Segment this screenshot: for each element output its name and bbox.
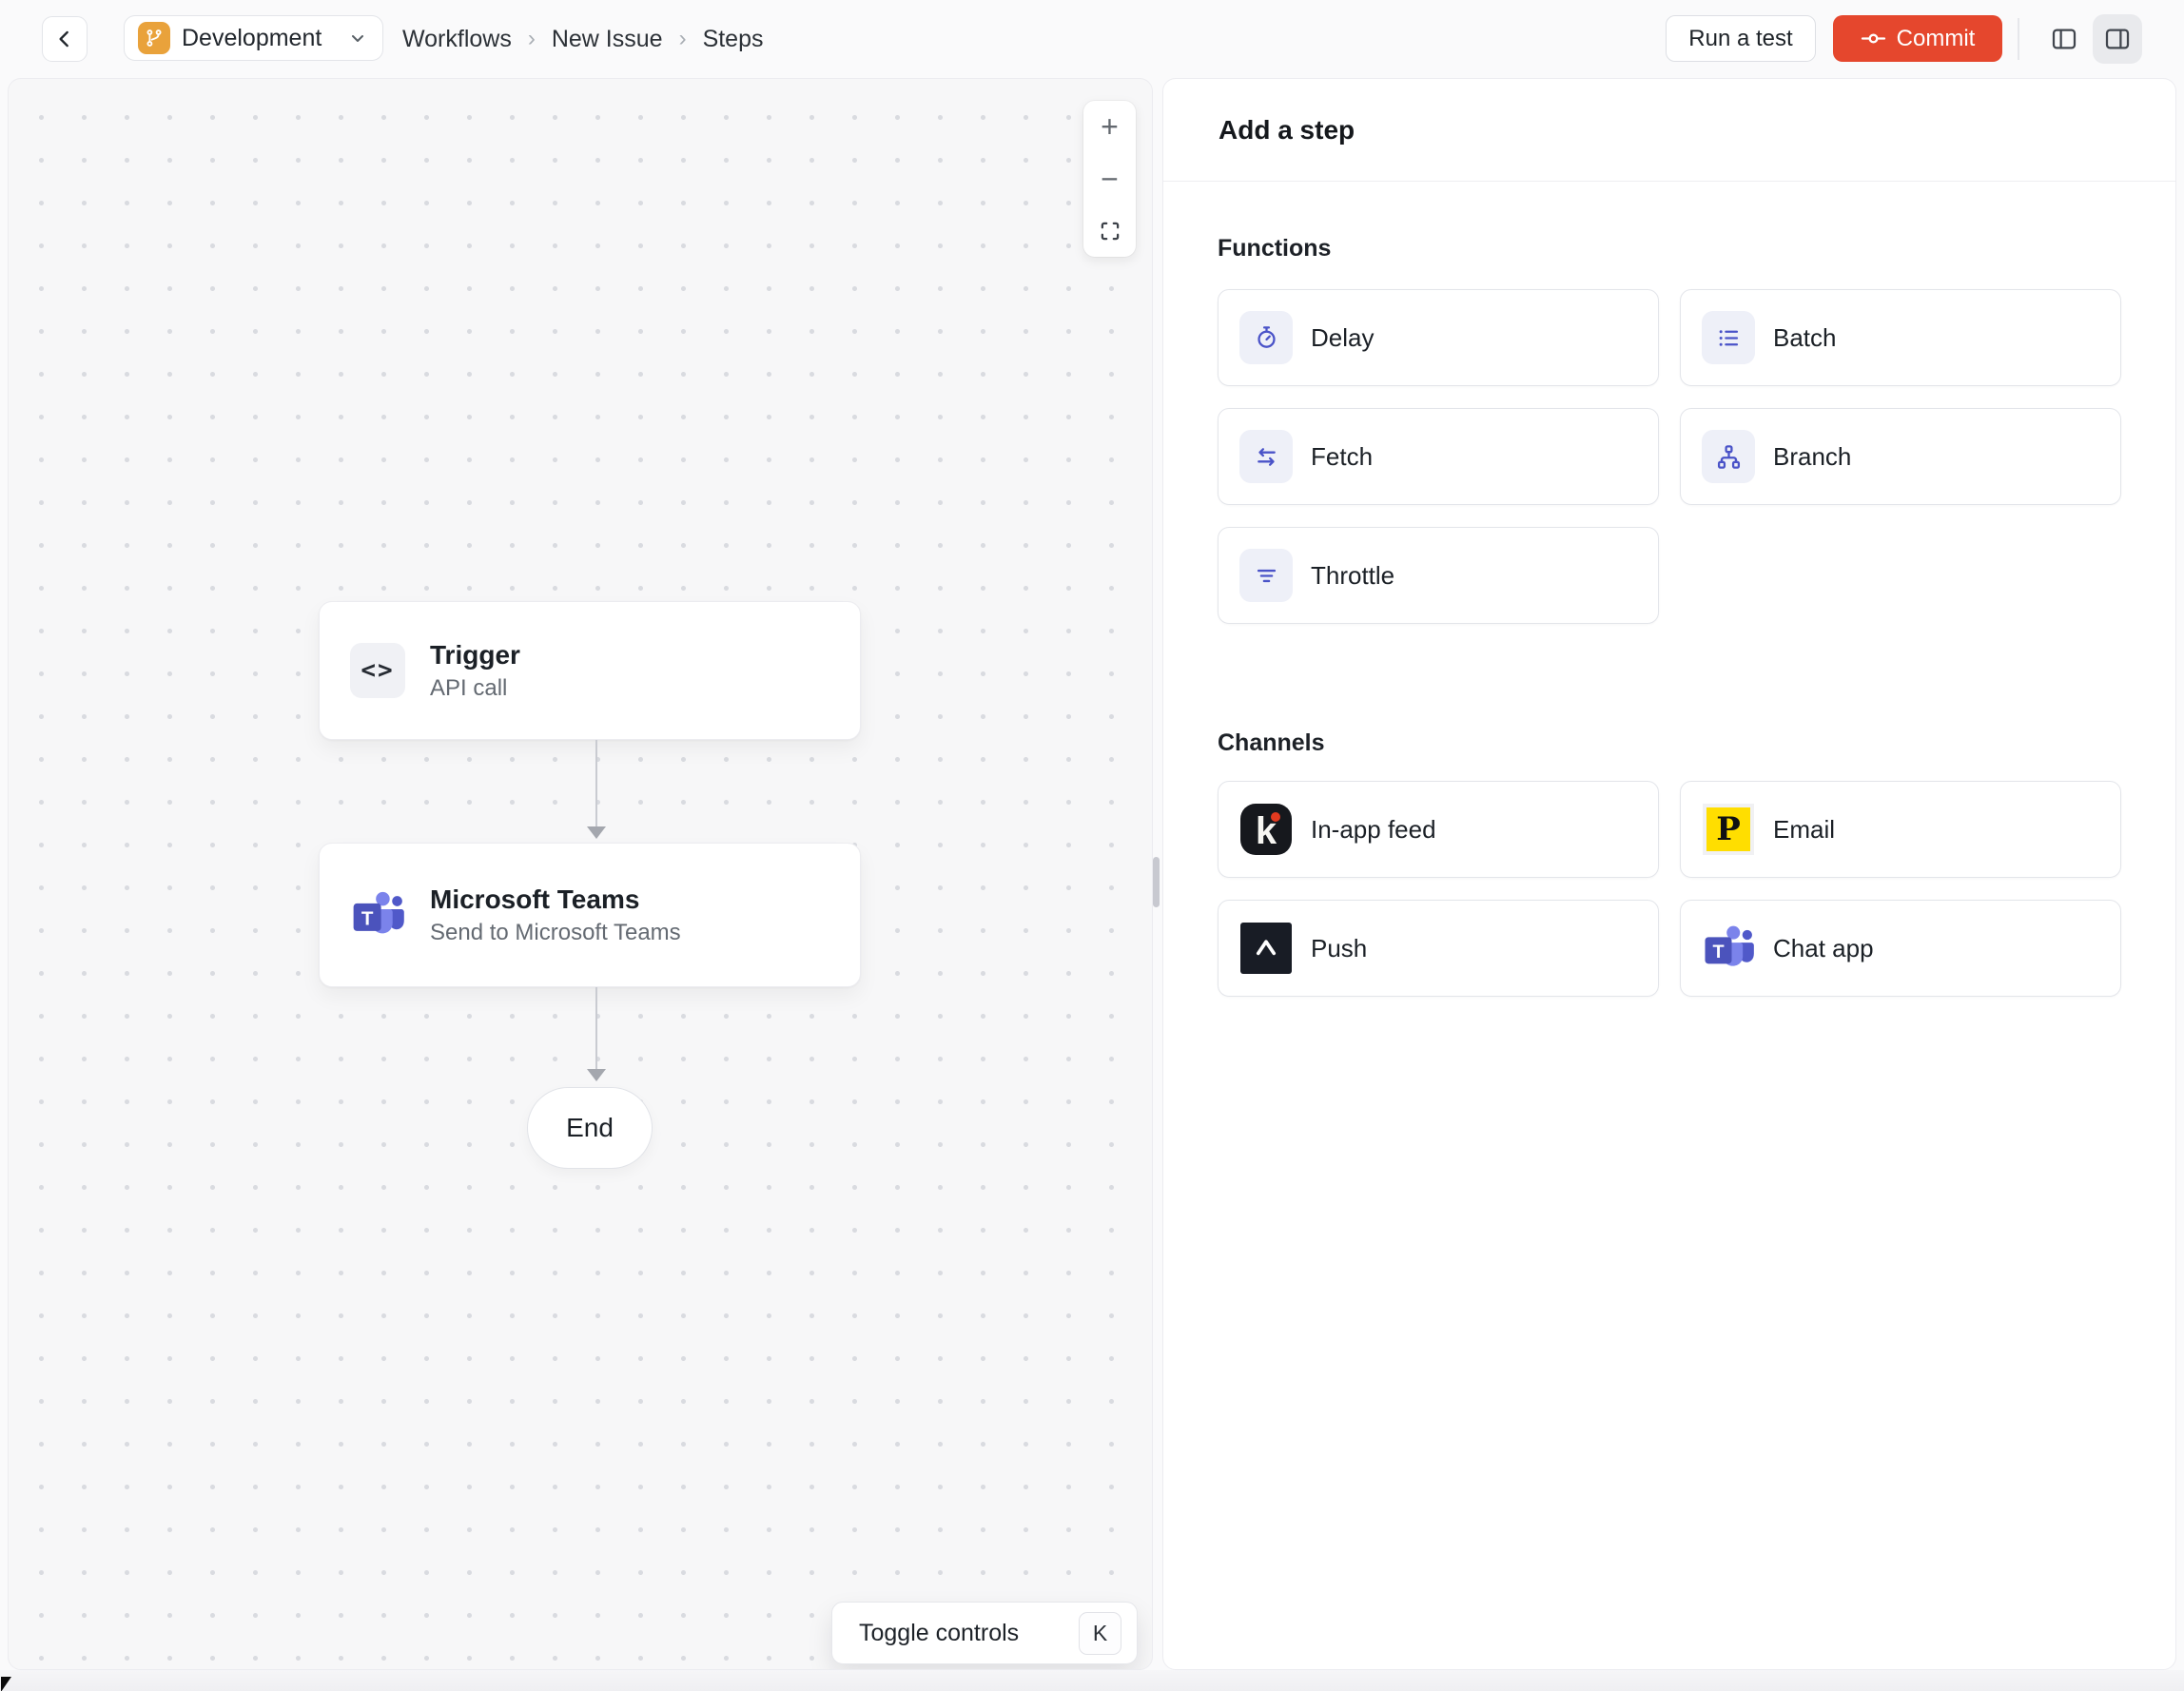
channels-section-label: Channels [1218, 729, 1325, 756]
step-card-email[interactable]: P Email [1680, 781, 2121, 878]
edge-teams-to-end [595, 987, 597, 1070]
batch-list-icon [1702, 311, 1755, 364]
zoom-out-button[interactable]: − [1083, 153, 1136, 205]
toggle-controls-button[interactable]: Toggle controls K [831, 1602, 1138, 1664]
panel-title: Add a step [1219, 114, 1355, 145]
functions-section-label: Functions [1218, 235, 1332, 262]
toolbar-divider [2018, 18, 2019, 60]
ms-teams-icon: T [350, 887, 405, 943]
breadcrumb: Workflows › New Issue › Steps [402, 0, 764, 78]
add-step-panel: Add a step Functions Delay Batch Fetch B… [1162, 78, 2176, 1670]
commit-label: Commit [1896, 25, 1976, 51]
functions-grid: Delay Batch Fetch Branch Throttle [1218, 289, 2121, 624]
zoom-controls: + − [1083, 101, 1136, 257]
workflow-editor: Development Workflows › New Issue › Step… [0, 0, 2184, 1691]
commit-button[interactable]: Commit [1833, 15, 2002, 62]
knock-feed-icon: k [1239, 803, 1293, 856]
run-test-label: Run a test [1688, 25, 1793, 51]
step-card-label: Throttle [1311, 560, 1395, 590]
trigger-node-title: Trigger [430, 639, 520, 670]
panel-right-icon [2103, 25, 2132, 53]
code-icon: <> [350, 643, 405, 698]
step-card-label: Branch [1773, 441, 1852, 471]
svg-text:T: T [1712, 942, 1724, 962]
step-card-label: Email [1773, 814, 1836, 844]
teams-step-node[interactable]: T Microsoft Teams Send to Microsoft Team… [319, 843, 861, 987]
step-card-fetch[interactable]: Fetch [1218, 408, 1659, 505]
delay-stopwatch-icon [1239, 311, 1293, 364]
channels-grid: k In-app feed P Email Push T Chat app [1218, 781, 2121, 997]
step-card-chat-app[interactable]: T Chat app [1680, 900, 2121, 997]
chevron-left-icon [52, 27, 77, 51]
git-branch-icon [138, 22, 170, 54]
step-card-in-app-feed[interactable]: k In-app feed [1218, 781, 1659, 878]
step-card-delay[interactable]: Delay [1218, 289, 1659, 386]
trigger-node-subtitle: API call [430, 674, 508, 701]
panel-header: Add a step [1163, 79, 2175, 182]
breadcrumb-workflows[interactable]: Workflows [402, 26, 512, 53]
chevron-down-icon [346, 27, 369, 49]
keyboard-shortcut-badge: K [1079, 1611, 1121, 1655]
throttle-funnel-icon [1239, 549, 1293, 602]
step-card-label: Batch [1773, 322, 1837, 352]
step-card-label: In-app feed [1311, 814, 1436, 844]
panel-resize-handle[interactable] [1153, 857, 1160, 907]
fit-view-button[interactable] [1083, 204, 1136, 257]
teams-node-title: Microsoft Teams [430, 884, 640, 914]
step-card-label: Push [1311, 933, 1368, 962]
step-card-push[interactable]: Push [1218, 900, 1659, 997]
breadcrumb-separator: › [527, 26, 536, 51]
ms-teams-icon: T [1702, 922, 1755, 975]
svg-text:T: T [361, 907, 374, 929]
toggle-left-panel-button[interactable] [2041, 16, 2087, 62]
breadcrumb-separator: › [678, 26, 687, 51]
git-commit-icon [1861, 26, 1886, 51]
step-card-label: Fetch [1311, 441, 1374, 471]
zoom-in-button[interactable]: + [1083, 101, 1136, 153]
trigger-node[interactable]: <> Trigger API call [319, 601, 861, 740]
environment-label: Development [182, 24, 322, 51]
teams-node-subtitle: Send to Microsoft Teams [430, 919, 681, 945]
postmark-email-icon: P [1702, 803, 1755, 856]
workflow-canvas[interactable]: + − <> Trigger API call T Microsoft Team… [8, 78, 1153, 1670]
edge-arrowhead [587, 826, 606, 839]
step-card-branch[interactable]: Branch [1680, 408, 2121, 505]
bottom-edge [0, 1670, 2184, 1691]
toggle-controls-label: Toggle controls [859, 1619, 1020, 1646]
push-provider-icon [1239, 922, 1293, 975]
end-node-label: End [566, 1113, 614, 1142]
mouse-cursor [1, 1677, 11, 1691]
step-card-label: Delay [1311, 322, 1375, 352]
run-test-button[interactable]: Run a test [1666, 15, 1816, 62]
step-card-batch[interactable]: Batch [1680, 289, 2121, 386]
top-bar: Development Workflows › New Issue › Step… [0, 0, 2184, 78]
toggle-right-panel-button[interactable] [2093, 14, 2142, 64]
panel-left-icon [2050, 25, 2078, 53]
step-card-throttle[interactable]: Throttle [1218, 527, 1659, 624]
edge-trigger-to-teams [595, 740, 597, 827]
branch-hierarchy-icon [1702, 430, 1755, 483]
step-card-label: Chat app [1773, 933, 1874, 962]
end-node[interactable]: End [527, 1087, 653, 1169]
edge-arrowhead [587, 1069, 606, 1081]
back-button[interactable] [42, 16, 88, 62]
breadcrumb-new-issue[interactable]: New Issue [552, 26, 663, 53]
fetch-arrows-icon [1239, 430, 1293, 483]
breadcrumb-steps[interactable]: Steps [703, 26, 764, 53]
environment-selector[interactable]: Development [124, 15, 383, 61]
